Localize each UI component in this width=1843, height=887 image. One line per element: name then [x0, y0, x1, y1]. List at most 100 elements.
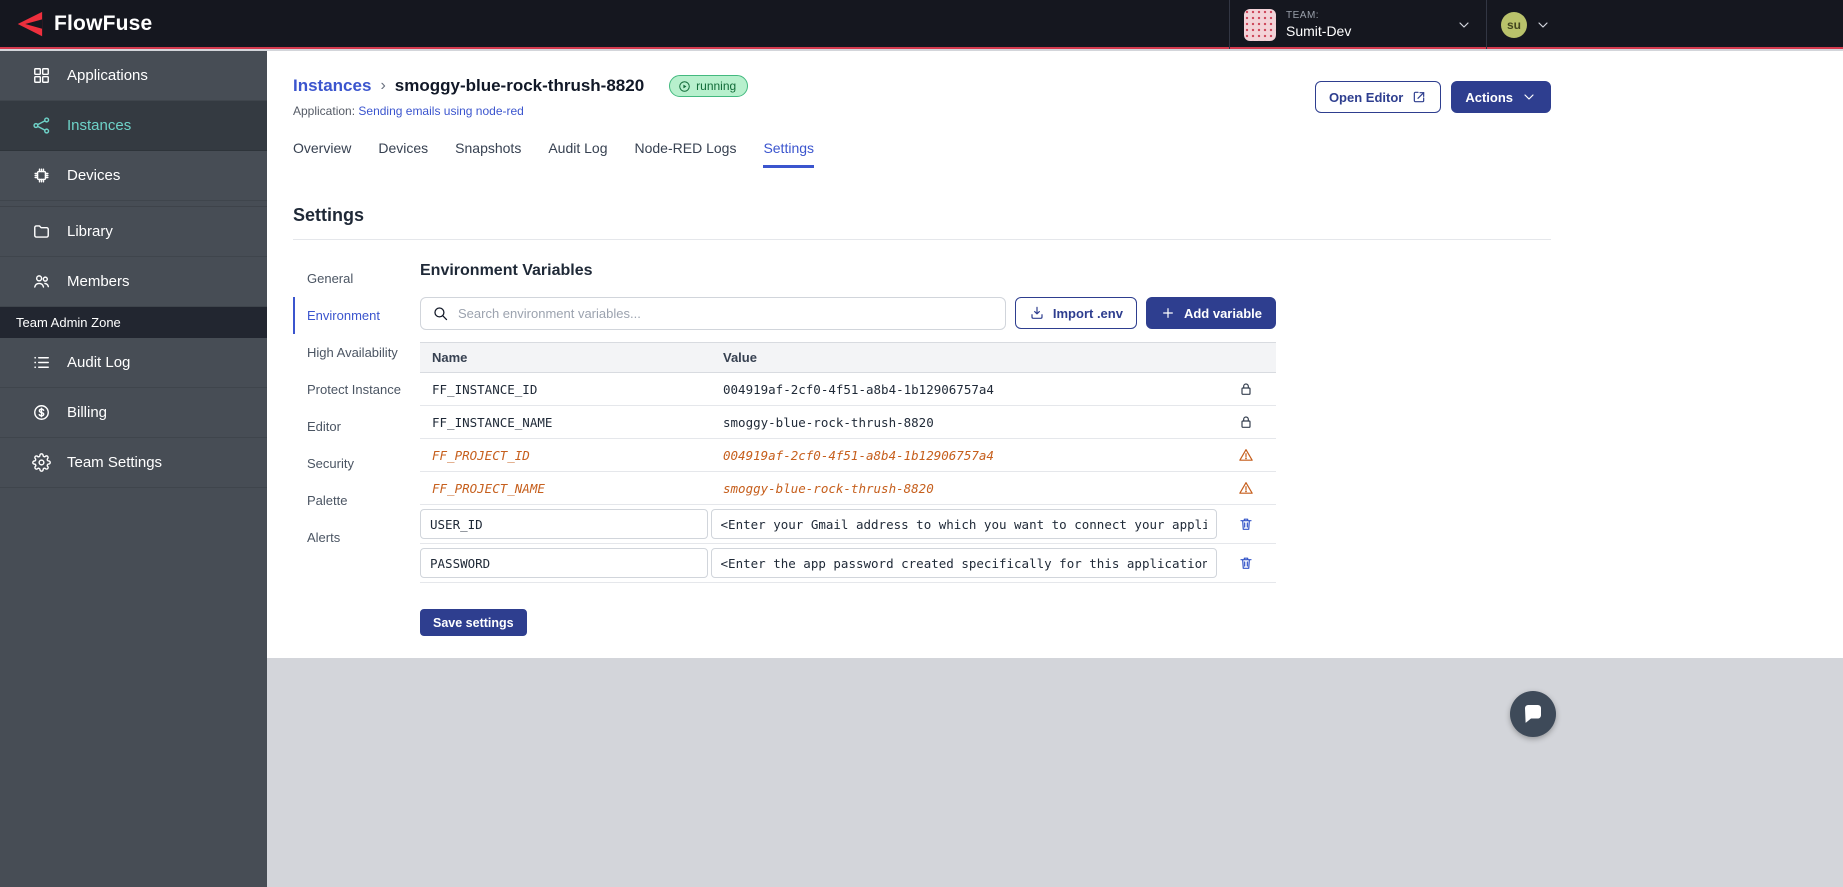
open-editor-button[interactable]: Open Editor: [1314, 81, 1442, 113]
env-table-body: FF_INSTANCE_ID 004919af-2cf0-4f51-a8b4-1b…: [420, 373, 1276, 583]
sidebar-item-library[interactable]: Library: [0, 207, 267, 257]
settings-nav-palette[interactable]: Palette: [293, 482, 420, 519]
settings-nav-protect-instance[interactable]: Protect Instance: [293, 371, 420, 408]
env-var-row: FF_PROJECT_ID 004919af-2cf0-4f51-a8b4-1b1…: [420, 439, 1276, 472]
env-var-name: FF_PROJECT_ID: [432, 447, 530, 463]
sidebar-item-audit-log[interactable]: Audit Log: [0, 338, 267, 388]
flowfuse-logo-icon: [14, 9, 44, 39]
env-var-row: FF_INSTANCE_ID 004919af-2cf0-4f51-a8b4-1b…: [420, 373, 1276, 406]
sidebar-group-secondary: Library Members: [0, 206, 267, 307]
import-env-button[interactable]: Import .env: [1014, 297, 1137, 329]
topbar: FlowFuse TEAM: Sumit-Dev su: [0, 0, 1843, 49]
sidebar-item-billing[interactable]: Billing: [0, 388, 267, 438]
open-editor-label: Open Editor: [1328, 89, 1404, 105]
env-var-value: 004919af-2cf0-4f51-a8b4-1b12906757a4: [723, 447, 994, 463]
warning-icon: [1238, 447, 1254, 463]
chat-widget-button[interactable]: [1510, 691, 1556, 737]
breadcrumb-separator: ›: [380, 77, 386, 94]
sidebar-item-applications[interactable]: Applications: [0, 51, 267, 101]
env-table: Name Value FF_INSTANCE_ID 004919af-2cf0-4…: [420, 342, 1276, 583]
user-menu[interactable]: su: [1487, 0, 1565, 49]
team-label: TEAM:: [1286, 10, 1320, 21]
sidebar: Applications Instances Devices Library Memb…: [0, 51, 267, 887]
application-link[interactable]: Sending emails using node-red: [358, 104, 523, 118]
application-label: Application:: [293, 104, 356, 118]
chevron-down-icon: [1535, 17, 1551, 33]
sidebar-item-label: Billing: [67, 404, 108, 421]
env-var-name-input[interactable]: [420, 509, 708, 539]
env-var-name-input[interactable]: [420, 548, 708, 578]
settings-nav-general[interactable]: General: [293, 260, 420, 297]
warning-icon: [1238, 480, 1254, 496]
search-input[interactable]: [458, 306, 994, 321]
sidebar-item-label: Team Settings: [67, 454, 163, 471]
tab-node-red-logs[interactable]: Node-RED Logs: [635, 140, 737, 168]
tab-devices[interactable]: Devices: [378, 140, 428, 168]
header-buttons: Open Editor Actions: [1314, 75, 1551, 113]
sidebar-item-label: Library: [67, 223, 113, 240]
sidebar-group-admin: Audit Log Billing Team Settings: [0, 338, 267, 488]
env-var-row: [420, 544, 1276, 583]
team-selector[interactable]: TEAM: Sumit-Dev: [1229, 0, 1487, 49]
members-icon: [32, 272, 51, 291]
settings-nav-environment[interactable]: Environment: [293, 297, 420, 334]
sidebar-item-label: Applications: [67, 67, 148, 84]
tab-audit-log[interactable]: Audit Log: [548, 140, 607, 168]
settings-nav-alerts[interactable]: Alerts: [293, 519, 420, 556]
save-settings-button[interactable]: Save settings: [420, 609, 527, 636]
main-content: Instances › smoggy-blue-rock-thrush-8820…: [267, 51, 1843, 887]
env-var-name: FF_PROJECT_NAME: [432, 480, 545, 496]
brand[interactable]: FlowFuse: [0, 9, 152, 39]
topbar-right: TEAM: Sumit-Dev su: [1229, 0, 1565, 49]
settings-nav: General Environment High Availability Prote…: [293, 252, 420, 636]
plus-icon: [1160, 305, 1176, 321]
sidebar-item-devices[interactable]: Devices: [0, 151, 267, 201]
billing-icon: [32, 403, 51, 422]
settings-nav-editor[interactable]: Editor: [293, 408, 420, 445]
env-var-value: smoggy-blue-rock-thrush-8820: [723, 414, 934, 430]
sidebar-group-primary: Applications Instances Devices: [0, 51, 267, 201]
breadcrumb-instances-link[interactable]: Instances: [293, 76, 371, 96]
environment-section: Environment Variables Import .env A: [420, 252, 1276, 636]
sidebar-item-members[interactable]: Members: [0, 257, 267, 307]
team-name: Sumit-Dev: [1286, 23, 1352, 39]
user-avatar: su: [1501, 11, 1527, 38]
import-env-label: Import .env: [1052, 305, 1123, 321]
sidebar-item-instances[interactable]: Instances: [0, 101, 267, 151]
application-line: Application: Sending emails using node-r…: [293, 104, 748, 118]
audit-log-icon: [32, 353, 51, 372]
chevron-down-icon: [1521, 89, 1537, 105]
page-title: Settings: [293, 205, 365, 225]
env-var-value-input[interactable]: [710, 548, 1217, 578]
section-title: Environment Variables: [420, 262, 593, 279]
settings-nav-high-availability[interactable]: High Availability: [293, 334, 420, 371]
add-variable-button[interactable]: Add variable: [1145, 297, 1276, 329]
env-var-value: 004919af-2cf0-4f51-a8b4-1b12906757a4: [723, 381, 994, 397]
tab-overview[interactable]: Overview: [293, 140, 351, 168]
delete-variable-button[interactable]: [1238, 555, 1254, 571]
actions-button[interactable]: Actions: [1451, 81, 1551, 113]
sidebar-item-label: Devices: [67, 167, 121, 184]
sidebar-item-label: Audit Log: [67, 354, 131, 371]
brand-name: FlowFuse: [54, 11, 153, 35]
tab-settings[interactable]: Settings: [763, 140, 815, 168]
status-badge: running: [669, 75, 749, 97]
page-header: Instances › smoggy-blue-rock-thrush-8820…: [293, 51, 1551, 118]
sidebar-item-team-settings[interactable]: Team Settings: [0, 438, 267, 488]
env-var-value: smoggy-blue-rock-thrush-8820: [723, 480, 934, 496]
env-table-header: Name Value: [420, 342, 1276, 373]
delete-variable-button[interactable]: [1238, 516, 1254, 532]
content-area: Instances › smoggy-blue-rock-thrush-8820…: [267, 51, 1843, 658]
library-icon: [32, 222, 51, 241]
instances-icon: [32, 116, 51, 135]
env-var-name: FF_INSTANCE_NAME: [432, 414, 553, 430]
team-text: TEAM: Sumit-Dev: [1286, 10, 1351, 39]
env-toolbar: Import .env Add variable: [420, 297, 1276, 330]
env-var-value-input[interactable]: [710, 509, 1217, 539]
team-avatar: [1244, 8, 1276, 41]
add-variable-label: Add variable: [1183, 305, 1262, 321]
sidebar-item-label: Instances: [67, 117, 132, 134]
chevron-down-icon: [1456, 17, 1472, 33]
tab-snapshots[interactable]: Snapshots: [455, 140, 521, 168]
settings-nav-security[interactable]: Security: [293, 445, 420, 482]
